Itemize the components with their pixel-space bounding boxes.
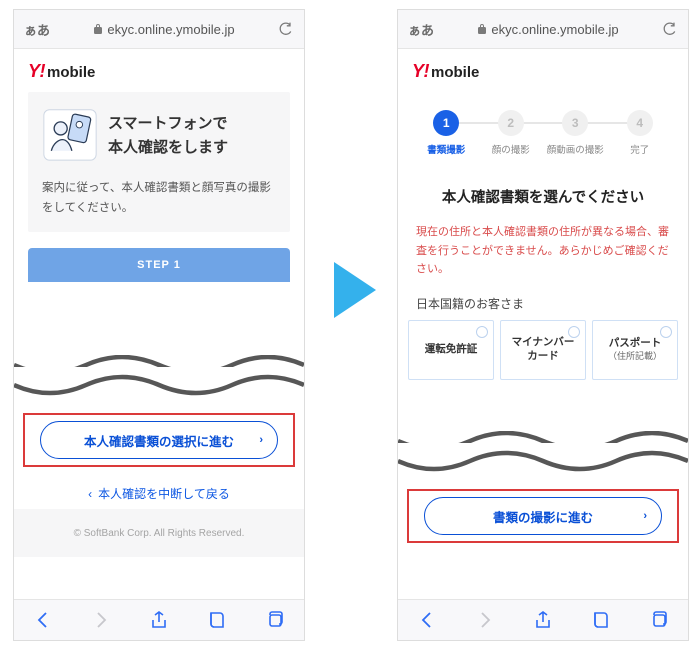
step-1: 1 書類撮影	[414, 110, 479, 156]
safari-address-bar: ぁあ ekyc.online.ymobile.jp	[398, 10, 688, 49]
page-footer: © SoftBank Corp. All Rights Reserved.	[14, 509, 304, 557]
step-label: 完了	[608, 142, 673, 156]
proceed-to-capture-button[interactable]: 書類の撮影に進む ›	[424, 497, 662, 535]
safari-toolbar	[14, 599, 304, 640]
doc-label: パスポート	[609, 337, 662, 349]
doc-label: マイナンバー カード	[512, 336, 575, 363]
step-label: 顔の撮影	[479, 142, 544, 156]
intro-description: 案内に従って、本人確認書類と顔写真の撮影をしてください。	[42, 179, 276, 218]
refresh-icon[interactable]	[662, 21, 678, 37]
doc-option-mynumber[interactable]: マイナンバー カード	[500, 320, 586, 380]
bookmarks-icon[interactable]	[207, 610, 227, 630]
ymobile-logo: Y!mobile	[14, 49, 304, 92]
text-size-button[interactable]: ぁあ	[408, 20, 434, 39]
doc-option-license[interactable]: 運転免許証	[408, 320, 494, 380]
forward-button[interactable]	[475, 610, 495, 630]
ekyc-illustration-icon	[42, 106, 98, 165]
url-display[interactable]: ekyc.online.ymobile.jp	[93, 22, 234, 37]
chevron-right-icon: ›	[259, 434, 263, 446]
radio-icon	[568, 326, 580, 338]
lock-icon	[93, 23, 103, 35]
step-number: 2	[498, 110, 524, 136]
highlight-box-primary: 本人確認書類の選択に進む ›	[23, 413, 295, 467]
intro-title: スマートフォンで 本人確認をします	[108, 112, 228, 160]
nationality-subheading: 日本国籍のお客さま	[398, 279, 688, 320]
highlight-box-primary: 書類の撮影に進む ›	[407, 489, 679, 543]
chevron-right-icon: ›	[643, 510, 647, 522]
back-button[interactable]	[33, 610, 53, 630]
url-text: ekyc.online.ymobile.jp	[491, 22, 618, 37]
bookmarks-icon[interactable]	[591, 610, 611, 630]
safari-toolbar	[398, 599, 688, 640]
share-icon[interactable]	[149, 610, 169, 630]
step-label: 顔動画の撮影	[543, 142, 608, 156]
doc-option-passport[interactable]: パスポート （住所記載）	[592, 320, 678, 380]
back-button[interactable]	[417, 610, 437, 630]
content-break-wave	[398, 431, 688, 475]
phone-right: ぁあ ekyc.online.ymobile.jp Y!mobile 1 書類撮影…	[398, 10, 688, 640]
step-number: 3	[562, 110, 588, 136]
doc-label: 運転免許証	[425, 343, 478, 357]
safari-address-bar: ぁあ ekyc.online.ymobile.jp	[14, 10, 304, 49]
step1-banner: STEP 1	[28, 248, 290, 282]
tabs-icon[interactable]	[265, 610, 285, 630]
share-icon[interactable]	[533, 610, 553, 630]
link-label: 本人確認を中断して戻る	[98, 487, 230, 501]
lock-icon	[477, 23, 487, 35]
content-break-wave	[14, 355, 304, 399]
phone-left: ぁあ ekyc.online.ymobile.jp Y!mobile スマートフ…	[14, 10, 304, 640]
step-3: 3 顔動画の撮影	[543, 110, 608, 156]
cancel-link[interactable]: ‹ 本人確認を中断して戻る	[14, 485, 304, 502]
url-display[interactable]: ekyc.online.ymobile.jp	[477, 22, 618, 37]
button-label: 本人確認書類の選択に進む	[84, 431, 234, 450]
radio-icon	[660, 326, 672, 338]
page-title: 本人確認書類を選んでください	[398, 186, 688, 207]
radio-icon	[476, 326, 488, 338]
ymobile-logo: Y!mobile	[398, 49, 688, 92]
step-4: 4 完了	[608, 110, 673, 156]
address-warning-text: 現在の住所と本人確認書類の住所が異なる場合、審査を行うことができません。あらかじ…	[398, 223, 688, 279]
copyright-text: © SoftBank Corp. All Rights Reserved.	[74, 528, 245, 539]
intro-card: スマートフォンで 本人確認をします 案内に従って、本人確認書類と顔写真の撮影をし…	[28, 92, 290, 232]
step-label: 書類撮影	[414, 142, 479, 156]
proceed-to-doc-select-button[interactable]: 本人確認書類の選択に進む ›	[40, 421, 278, 459]
document-options-row: 運転免許証 マイナンバー カード パスポート （住所記載）	[398, 320, 688, 380]
forward-button[interactable]	[91, 610, 111, 630]
tabs-icon[interactable]	[649, 610, 669, 630]
chevron-left-icon: ‹	[88, 487, 92, 501]
step-2: 2 顔の撮影	[479, 110, 544, 156]
doc-sublabel: （住所記載）	[608, 351, 662, 363]
url-text: ekyc.online.ymobile.jp	[107, 22, 234, 37]
refresh-icon[interactable]	[278, 21, 294, 37]
text-size-button[interactable]: ぁあ	[24, 20, 50, 39]
transition-arrow-icon	[332, 260, 382, 323]
step-number: 1	[433, 110, 459, 136]
progress-stepper: 1 書類撮影 2 顔の撮影 3 顔動画の撮影 4 完了	[398, 92, 688, 166]
button-label: 書類の撮影に進む	[493, 507, 593, 526]
step-number: 4	[627, 110, 653, 136]
